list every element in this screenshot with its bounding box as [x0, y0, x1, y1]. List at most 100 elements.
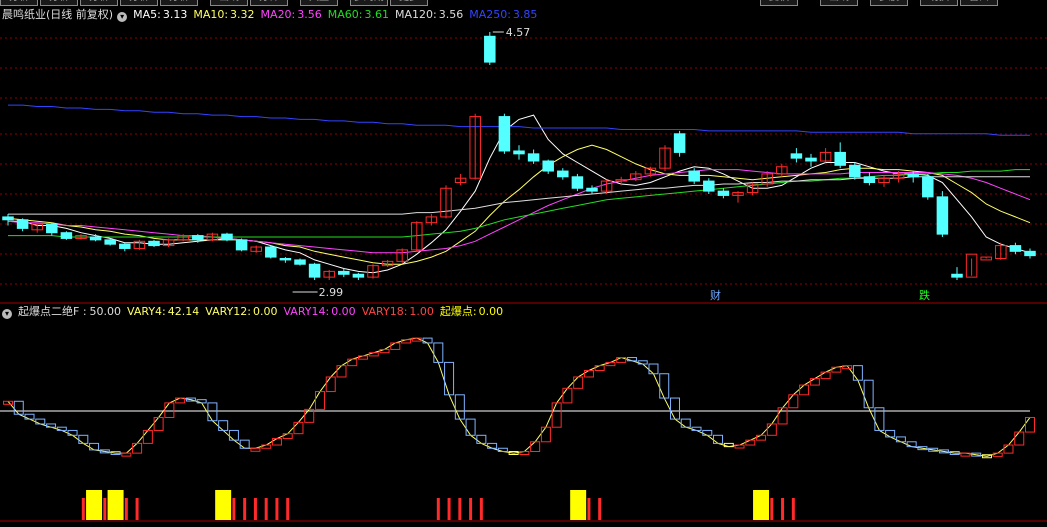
- oscillator-line: [265, 438, 278, 446]
- ma-legend-value: 3.13: [162, 8, 188, 21]
- indicator-name[interactable]: 起爆点二绝F :: [18, 305, 87, 318]
- signal-bar-red: [243, 498, 247, 520]
- ma-line-ma60: [8, 169, 1030, 238]
- candle-body: [221, 233, 233, 241]
- candle-body: [849, 164, 861, 178]
- candle-body: [119, 243, 131, 249]
- indicator-legend-label: VARY18:: [361, 305, 408, 318]
- oscillator-box: [132, 442, 143, 454]
- candle-body: [338, 270, 350, 275]
- oscillator-line: [222, 430, 235, 441]
- oscillator-box: [314, 391, 325, 410]
- ma-legend-label: MA60:: [327, 8, 363, 21]
- indicator-legend-label: VARY14:: [283, 305, 330, 318]
- oscillator-box: [433, 342, 444, 363]
- oscillator-line: [319, 376, 332, 392]
- oscillator-line: [653, 373, 665, 399]
- oscillator-line: [287, 421, 299, 435]
- oscillator-line: [706, 434, 719, 444]
- oscillator-box: [799, 384, 810, 396]
- oscillator-line: [997, 444, 1009, 454]
- oscillator-box: [207, 402, 218, 422]
- drop-badge[interactable]: 跌: [917, 289, 932, 302]
- candle-body: [104, 239, 116, 245]
- oscillator-box: [422, 337, 433, 344]
- oscillator-box: [239, 439, 250, 449]
- candle-body: [980, 256, 992, 261]
- finance-badge[interactable]: 财: [708, 289, 723, 302]
- oscillator-box: [863, 379, 874, 409]
- candle-body: [571, 176, 584, 189]
- oscillator-box: [336, 365, 347, 378]
- oscillator-box: [164, 402, 175, 418]
- oscillator-line: [1018, 417, 1031, 433]
- oscillator-box: [261, 444, 272, 449]
- oscillator-box: [594, 365, 605, 372]
- oscillator-box: [379, 348, 390, 354]
- oscillator-line: [900, 441, 912, 448]
- oscillator-box: [293, 421, 304, 435]
- stock-name[interactable]: 晨鸣纸业(日线 前复权): [2, 8, 113, 21]
- candle-body: [557, 170, 569, 178]
- oscillator-box: [895, 436, 906, 443]
- oscillator-box: [702, 429, 713, 436]
- candle-body: [1024, 250, 1036, 257]
- low-price-label: 2.99: [319, 286, 344, 299]
- candle-body: [542, 160, 554, 172]
- ma-line-ma20: [7, 169, 1031, 254]
- signal-bar-red: [469, 498, 473, 520]
- oscillator-box: [713, 434, 724, 444]
- oscillator-line: [29, 418, 41, 425]
- indicator-legend-value: 0.00: [252, 305, 278, 318]
- candle-body: [527, 153, 540, 162]
- signal-bar-red: [479, 498, 483, 520]
- oscillator-line: [459, 418, 472, 436]
- oscillator-box: [809, 378, 820, 386]
- oscillator-box: [1014, 431, 1025, 446]
- candle-body: [907, 173, 919, 178]
- oscillator-line: [524, 441, 536, 452]
- signal-bar-red: [436, 498, 440, 520]
- oscillator-box: [476, 434, 487, 444]
- oscillator-box: [218, 420, 229, 431]
- oscillator-line: [879, 430, 891, 438]
- indicator-legend-label: 起爆点:: [439, 305, 477, 318]
- candle-body: [484, 35, 496, 63]
- settings-icon[interactable]: ▾: [117, 12, 128, 22]
- oscillator-line: [1008, 431, 1020, 446]
- oscillator-box: [530, 441, 541, 452]
- settings-icon[interactable]: ▾: [2, 309, 12, 319]
- oscillator-box: [228, 429, 239, 441]
- sub-legend: ▾ 起爆点二绝F :50.00 VARY4: 42.14 VARY12: 0.00 VARY…: [2, 303, 515, 321]
- oscillator-box: [67, 429, 78, 436]
- oscillator-box: [444, 361, 455, 396]
- oscillator-line: [577, 370, 590, 378]
- oscillator-line: [588, 365, 600, 371]
- candle-body: [235, 239, 248, 251]
- oscillator-box: [368, 352, 379, 357]
- oscillator-line: [750, 434, 762, 441]
- oscillator-line: [771, 407, 783, 425]
- oscillator-line: [889, 436, 902, 443]
- signal-bar-yellow: [753, 490, 770, 520]
- oscillator-box: [271, 438, 282, 446]
- oscillator-box: [358, 355, 369, 360]
- candle-body: [2, 216, 14, 221]
- oscillator-line: [567, 376, 579, 389]
- signal-bar-red: [791, 498, 795, 520]
- candle-body: [89, 236, 102, 241]
- oscillator-line: [427, 342, 439, 363]
- oscillator-line: [83, 442, 95, 451]
- oscillator-box: [465, 418, 476, 436]
- candle-body: [294, 259, 306, 265]
- oscillator-box: [121, 452, 132, 457]
- ma-line-ma250: [8, 104, 1030, 136]
- oscillator-box: [325, 376, 336, 393]
- ma-legend-label: MA250:: [469, 8, 511, 21]
- candle-body: [951, 273, 963, 278]
- signal-bar-yellow: [86, 490, 103, 520]
- oscillator-box: [960, 452, 971, 457]
- oscillator-line: [696, 429, 708, 436]
- signal-bar-red: [103, 498, 107, 520]
- oscillator-line: [825, 366, 837, 373]
